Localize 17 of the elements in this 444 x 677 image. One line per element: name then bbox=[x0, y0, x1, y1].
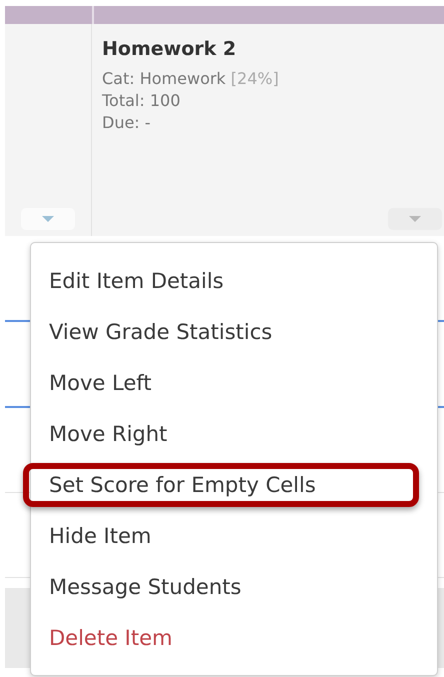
menu-item[interactable]: Edit Item Details bbox=[23, 258, 419, 302]
menu-item[interactable]: Hide Item bbox=[23, 514, 419, 558]
menu-item[interactable]: Set Score for Empty Cells bbox=[23, 462, 419, 506]
category-weight: [24%] bbox=[230, 69, 279, 88]
menu-item[interactable]: View Grade Statistics bbox=[23, 310, 419, 354]
item-menu-button[interactable] bbox=[388, 208, 442, 230]
menu-item[interactable]: Move Left bbox=[23, 360, 419, 404]
due-date: Due: - bbox=[102, 112, 152, 134]
category-label: Cat: Homework bbox=[102, 69, 226, 88]
menu-item[interactable]: Move Right bbox=[23, 412, 419, 456]
column-title: Homework 2 bbox=[102, 38, 238, 60]
column-menu-button[interactable] bbox=[21, 208, 75, 230]
caret-icon bbox=[42, 216, 54, 222]
caret-icon bbox=[409, 216, 421, 222]
total-points: Total: 100 bbox=[102, 90, 182, 112]
menu-item[interactable]: Message Students bbox=[23, 564, 419, 608]
menu-item[interactable]: Delete Item bbox=[23, 616, 419, 660]
